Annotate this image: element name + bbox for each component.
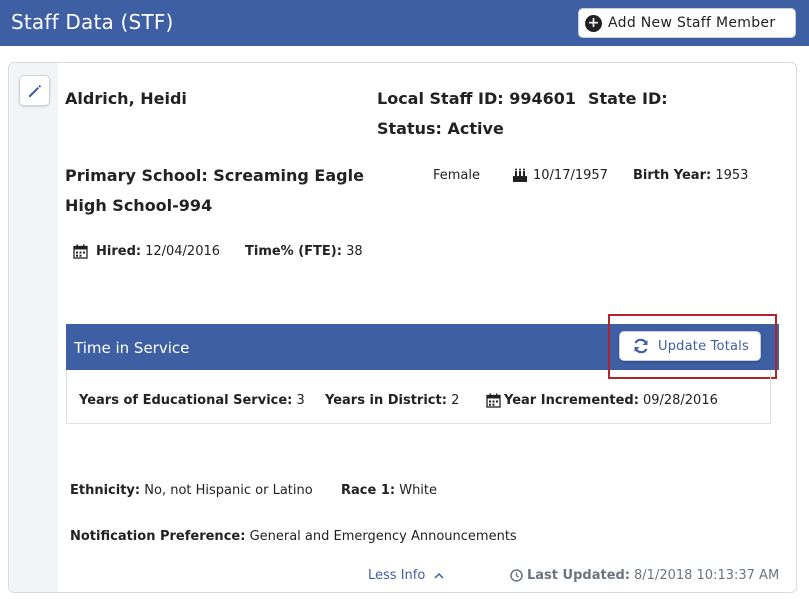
- notification-preference-value: General and Emergency Announcements: [249, 529, 517, 544]
- years-in-district-label: Years in District:: [325, 393, 447, 408]
- fte-label: Time% (FTE):: [245, 244, 342, 259]
- years-educational-service: Years of Educational Service: 3: [79, 393, 305, 408]
- race-label: Race 1:: [341, 483, 396, 498]
- birth-date-value: 10/17/1957: [533, 168, 608, 183]
- year-incremented-value: 09/28/2016: [642, 393, 718, 408]
- plus-circle-icon: +: [585, 14, 602, 32]
- clock-icon: [510, 569, 523, 582]
- add-new-staff-member-label: Add New Staff Member: [608, 15, 776, 31]
- birthday-cake-icon: [513, 168, 527, 182]
- status-value: Active: [447, 119, 504, 138]
- ethnicity-label: Ethnicity:: [70, 483, 141, 498]
- primary-school-line1: Primary School: Screaming Eagle: [65, 166, 364, 185]
- ethnicity: Ethnicity: No, not Hispanic or Latino: [70, 483, 313, 498]
- top-header-bar: Staff Data (STF) + Add New Staff Member: [0, 0, 809, 46]
- notification-preference: Notification Preference: General and Eme…: [70, 529, 517, 544]
- staff-name: Aldrich, Heidi: [65, 89, 187, 108]
- last-updated-value: 8/1/2018 10:13:37 AM: [634, 568, 780, 583]
- local-staff-id-value: 994601: [509, 89, 577, 108]
- birth-year-value: 1953: [715, 168, 749, 183]
- state-id-label: State ID:: [588, 89, 668, 108]
- update-totals-label: Update Totals: [658, 338, 749, 354]
- primary-school-line2: High School-994: [65, 196, 213, 215]
- status-label: Status:: [377, 119, 442, 138]
- hired-label: Hired:: [96, 244, 142, 259]
- birth-date: 10/17/1957: [512, 168, 608, 183]
- hired-value: 12/04/2016: [145, 244, 221, 259]
- fte-value: 38: [346, 244, 363, 259]
- birth-year: Birth Year: 1953: [633, 168, 748, 183]
- years-educational-service-value: 3: [296, 393, 305, 408]
- card-sidebar: [9, 63, 58, 592]
- calendar-icon: [73, 244, 88, 259]
- edit-button[interactable]: [19, 75, 50, 106]
- hired: Hired: 12/04/2016: [73, 244, 220, 259]
- years-educational-service-label: Years of Educational Service:: [79, 393, 293, 408]
- status: Status: Active: [377, 119, 504, 138]
- calendar-icon: [486, 393, 501, 408]
- staff-record-card: Aldrich, Heidi Local Staff ID: 994601 St…: [8, 62, 797, 593]
- local-staff-id-label: Local Staff ID:: [377, 89, 504, 108]
- notification-preference-label: Notification Preference:: [70, 529, 246, 544]
- less-info-toggle[interactable]: Less Info: [368, 568, 444, 583]
- time-in-service-title: Time in Service: [74, 339, 190, 357]
- refresh-icon: [634, 338, 648, 354]
- add-new-staff-member-button[interactable]: + Add New Staff Member: [578, 8, 796, 38]
- years-in-district-value: 2: [451, 393, 460, 408]
- gender-value: Female: [433, 168, 481, 183]
- birth-year-label: Birth Year:: [633, 168, 712, 183]
- race-value: White: [399, 483, 438, 498]
- year-incremented: Year Incremented: 09/28/2016: [486, 393, 718, 408]
- ethnicity-value: No, not Hispanic or Latino: [144, 483, 313, 498]
- year-incremented-label: Year Incremented:: [504, 393, 639, 408]
- race: Race 1: White: [341, 483, 437, 498]
- update-totals-button[interactable]: Update Totals: [619, 331, 761, 361]
- fte: Time% (FTE): 38: [245, 244, 363, 259]
- chevron-up-icon: [434, 572, 444, 579]
- years-in-district: Years in District: 2: [325, 393, 459, 408]
- less-info-label: Less Info: [368, 568, 426, 583]
- page-title: Staff Data (STF): [11, 10, 174, 34]
- last-updated: Last Updated: 8/1/2018 10:13:37 AM: [510, 568, 779, 583]
- last-updated-label: Last Updated:: [527, 568, 631, 583]
- local-staff-id: Local Staff ID: 994601: [377, 89, 576, 108]
- pencil-icon: [28, 84, 41, 97]
